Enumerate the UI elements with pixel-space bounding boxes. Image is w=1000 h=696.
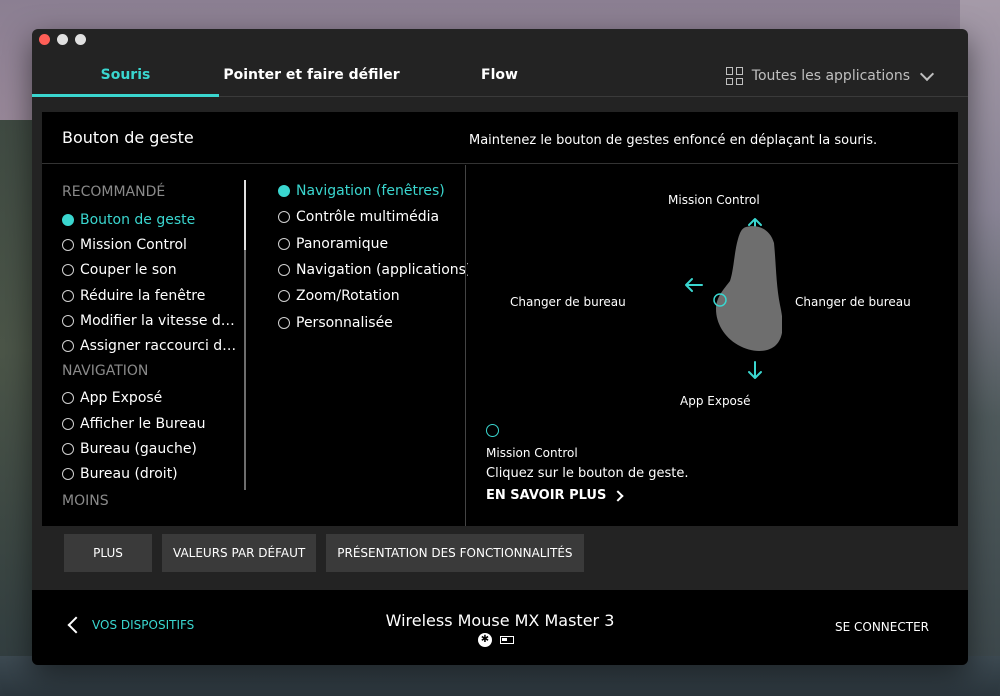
radio-icon — [62, 392, 74, 405]
window-controls — [39, 34, 86, 45]
apps-selector-label: Toutes les applications — [751, 68, 910, 84]
action-item-label: Bureau (gauche) — [80, 441, 197, 458]
features-button[interactable]: PRÉSENTATION DES FONCTIONNALITÉS — [326, 534, 584, 572]
apps-selector[interactable]: Toutes les applications — [725, 55, 935, 97]
hint-title: Mission Control — [486, 446, 578, 460]
radio-icon — [278, 290, 290, 303]
gesture-option-zoom-rotation[interactable]: Zoom/Rotation — [278, 283, 468, 309]
panel-header: Bouton de geste Maintenez le bouton de g… — [42, 112, 958, 164]
radio-icon — [62, 417, 74, 430]
action-item-label: Couper le son — [80, 262, 177, 279]
chevron-right-icon — [612, 489, 625, 502]
device-name: Wireless Mouse MX Master 3 — [385, 611, 615, 630]
gesture-option-navigation-fenetres[interactable]: Navigation (fenêtres) — [278, 178, 468, 204]
connect-button[interactable]: SE CONNECTER — [835, 620, 929, 634]
learn-more-label: EN SAVOIR PLUS — [486, 488, 607, 503]
logi-options-window: Souris Pointer et faire défiler Flow Tou… — [32, 29, 968, 665]
hint-text: Cliquez sur le bouton de geste. — [486, 466, 689, 481]
radio-icon — [62, 264, 74, 277]
bluetooth-icon: ✱ — [478, 633, 492, 647]
radio-icon — [62, 314, 74, 327]
radio-icon — [62, 213, 74, 226]
plus-button[interactable]: PLUS — [64, 534, 152, 572]
gesture-option-multimedia[interactable]: Contrôle multimédia — [278, 204, 468, 230]
gesture-option-label: Personnalisée — [296, 314, 393, 331]
action-list: RECOMMANDÉ Bouton de geste Mission Contr… — [62, 182, 242, 516]
grid-icon — [725, 67, 744, 85]
action-buttons: PLUS VALEURS PAR DÉFAUT PRÉSENTATION DES… — [64, 534, 584, 572]
radio-icon — [278, 316, 290, 329]
action-item-bureau-gauche[interactable]: Bureau (gauche) — [62, 436, 242, 461]
learn-more-link[interactable]: EN SAVOIR PLUS — [486, 488, 625, 503]
footer: VOS DISPOSITIFS Wireless Mouse MX Master… — [32, 590, 968, 665]
device-status: ✱ — [478, 633, 514, 647]
gesture-option-navigation-applications[interactable]: Navigation (applications) — [278, 257, 468, 283]
radio-icon — [62, 340, 74, 353]
chevron-down-icon — [919, 66, 935, 81]
panel-title: Bouton de geste — [62, 128, 194, 147]
action-item-label: App Exposé — [80, 390, 163, 407]
defaults-button[interactable]: VALEURS PAR DÉFAUT — [162, 534, 317, 572]
radio-icon — [278, 211, 290, 224]
action-item-assigner-raccourci[interactable]: Assigner raccourci d… — [62, 333, 242, 358]
gesture-option-personnalisee[interactable]: Personnalisée — [278, 309, 468, 335]
radio-icon — [278, 185, 290, 198]
gesture-down-label: App Exposé — [680, 394, 751, 408]
tab-souris[interactable]: Souris — [32, 55, 219, 97]
gesture-panel: Bouton de geste Maintenez le bouton de g… — [42, 112, 958, 526]
gesture-option-label: Panoramique — [296, 235, 389, 252]
action-item-couper-son[interactable]: Couper le son — [62, 258, 242, 283]
minimize-window-button[interactable] — [57, 34, 68, 45]
action-item-label: Afficher le Bureau — [80, 415, 206, 432]
radio-icon — [278, 264, 290, 277]
action-item-bureau-droit[interactable]: Bureau (droit) — [62, 462, 242, 487]
action-item-label: Bureau (droit) — [80, 466, 178, 483]
gesture-diagram: Mission Control App Exposé Changer de bu… — [466, 165, 958, 526]
gesture-button-marker-icon — [486, 424, 499, 437]
section-title[interactable]: MOINS — [62, 491, 242, 516]
maximize-window-button[interactable] — [75, 34, 86, 45]
gesture-option-label: Contrôle multimédia — [296, 209, 440, 226]
devices-back-button[interactable]: VOS DISPOSITIFS — [67, 616, 195, 634]
action-item-label: Modifier la vitesse d… — [80, 312, 235, 329]
action-item-label: Assigner raccourci d… — [80, 338, 237, 355]
action-item-bouton-geste[interactable]: Bouton de geste — [62, 207, 242, 232]
action-list-scroll-thumb[interactable] — [244, 180, 246, 250]
radio-icon — [62, 443, 74, 456]
gesture-up-label: Mission Control — [668, 193, 760, 207]
devices-back-label: VOS DISPOSITIFS — [92, 618, 195, 632]
radio-icon — [62, 468, 74, 481]
gesture-option-label: Zoom/Rotation — [296, 288, 400, 305]
action-item-modifier-vitesse[interactable]: Modifier la vitesse d… — [62, 308, 242, 333]
tab-flow[interactable]: Flow — [452, 55, 547, 97]
section-title: RECOMMANDÉ — [62, 184, 166, 200]
action-item-reduire-fenetre[interactable]: Réduire la fenêtre — [62, 283, 242, 308]
gesture-option-label: Navigation (fenêtres) — [296, 183, 445, 200]
battery-icon — [500, 636, 514, 644]
gesture-right-label: Changer de bureau — [795, 295, 911, 309]
tab-pointer[interactable]: Pointer et faire défiler — [219, 55, 404, 97]
gesture-option-panoramique[interactable]: Panoramique — [278, 231, 468, 257]
section-title: NAVIGATION — [62, 362, 149, 379]
close-window-button[interactable] — [39, 34, 50, 45]
gesture-options: Navigation (fenêtres) Contrôle multimédi… — [278, 178, 468, 336]
gesture-left-label: Changer de bureau — [510, 295, 626, 309]
radio-icon — [62, 238, 74, 251]
mouse-icon — [685, 218, 782, 379]
action-item-mission-control[interactable]: Mission Control — [62, 232, 242, 257]
action-item-label: Bouton de geste — [80, 211, 196, 228]
panel-hint: Maintenez le bouton de gestes enfoncé en… — [469, 133, 878, 148]
action-item-label: Mission Control — [80, 236, 187, 253]
gesture-option-label: Navigation (applications) — [296, 262, 468, 279]
action-item-label: Réduire la fenêtre — [80, 287, 206, 304]
main-tabs: Souris Pointer et faire défiler Flow Tou… — [32, 55, 968, 97]
arrow-down-icon — [748, 361, 762, 379]
action-item-app-expose[interactable]: App Exposé — [62, 386, 242, 411]
arrow-left-icon — [685, 278, 703, 292]
radio-icon — [62, 289, 74, 302]
radio-icon — [278, 237, 290, 250]
chevron-left-icon — [67, 616, 85, 634]
action-item-afficher-bureau[interactable]: Afficher le Bureau — [62, 411, 242, 436]
